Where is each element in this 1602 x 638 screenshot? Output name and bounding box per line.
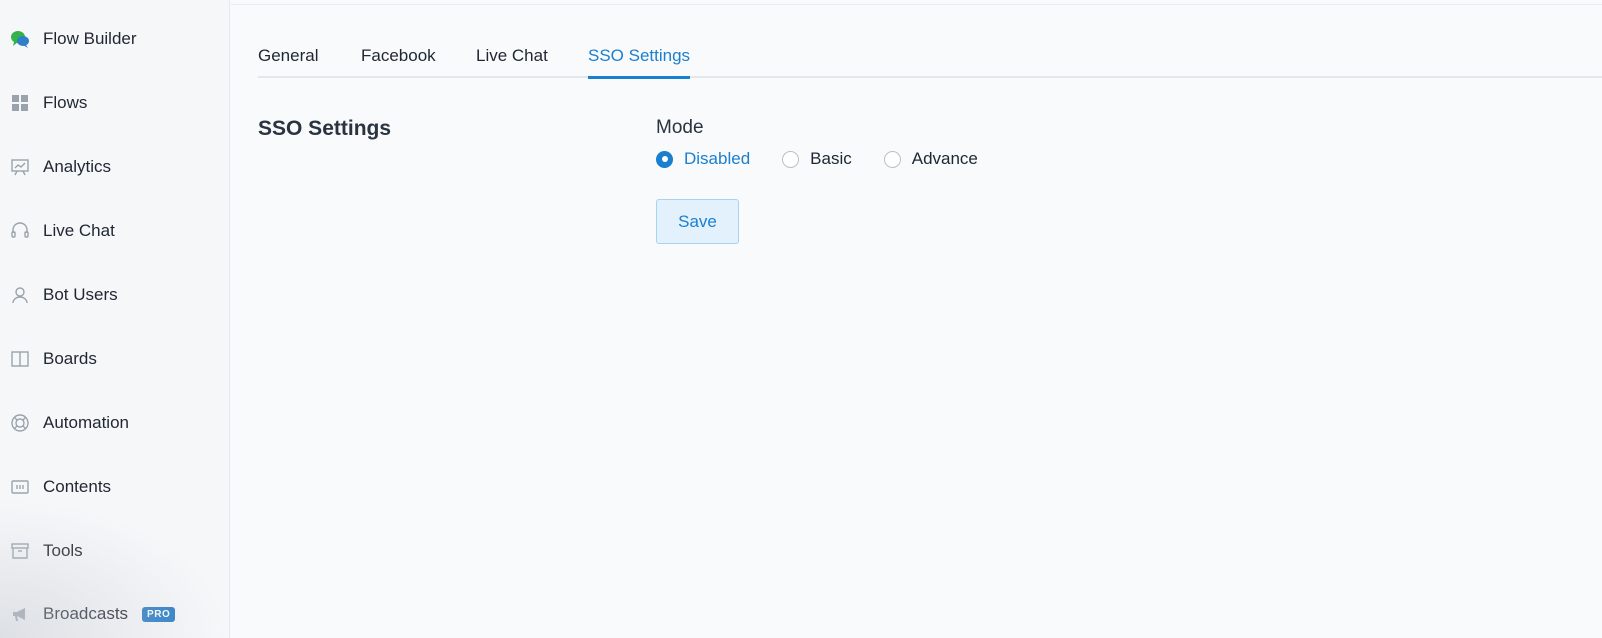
sidebar-item-label: Tools <box>43 541 83 560</box>
content-box-icon <box>9 476 31 498</box>
sidebar: Flow Builder Flows Analytics Live Chat B… <box>0 0 230 638</box>
sidebar-item-bot-users[interactable]: Bot Users <box>0 275 230 315</box>
sidebar-item-label: Bot Users <box>43 285 118 304</box>
columns-icon <box>9 348 31 370</box>
mode-radio-advance[interactable]: Advance <box>883 149 978 169</box>
tab-sso-settings[interactable]: SSO Settings <box>588 46 691 79</box>
tab-general[interactable]: General <box>258 46 318 76</box>
lifebuoy-icon <box>9 412 31 434</box>
mode-radio-group: Disabled Basic Advance <box>656 149 1010 169</box>
pro-badge: PRO <box>142 606 176 622</box>
sidebar-item-contents[interactable]: Contents <box>0 467 230 507</box>
tab-facebook[interactable]: Facebook <box>361 46 436 76</box>
tab-live-chat[interactable]: Live Chat <box>476 46 548 76</box>
sidebar-item-label: Boards <box>43 349 97 368</box>
sidebar-item-label: Flows <box>43 93 88 112</box>
settings-tabs: General Facebook Live Chat SSO Settings <box>258 40 1602 79</box>
headset-icon <box>9 220 31 242</box>
sidebar-item-broadcasts[interactable]: Broadcasts PRO <box>0 594 230 634</box>
sidebar-item-flow-builder[interactable]: Flow Builder <box>0 19 230 59</box>
radio-label: Disabled <box>684 149 751 168</box>
megaphone-icon <box>9 603 31 625</box>
sidebar-item-label: Flow Builder <box>43 29 137 48</box>
sidebar-item-label: Analytics <box>43 157 112 176</box>
sidebar-item-live-chat[interactable]: Live Chat <box>0 211 230 251</box>
mode-radio-basic[interactable]: Basic <box>782 149 852 169</box>
presentation-chart-icon <box>9 156 31 178</box>
radio-label: Advance <box>911 149 978 168</box>
save-button[interactable]: Save <box>656 199 739 244</box>
sidebar-item-label: Live Chat <box>43 221 115 240</box>
sidebar-item-flows[interactable]: Flows <box>0 83 230 123</box>
section-title: SSO Settings <box>258 117 392 140</box>
radio-indicator <box>656 150 673 168</box>
grid-icon <box>9 92 31 114</box>
sidebar-item-label: Broadcasts <box>43 604 129 623</box>
sidebar-item-label: Automation <box>43 413 129 432</box>
sidebar-item-label: Contents <box>43 477 112 496</box>
archive-box-icon <box>9 540 31 562</box>
radio-label: Basic <box>810 149 852 168</box>
sidebar-item-boards[interactable]: Boards <box>0 339 230 379</box>
main-content: General Facebook Live Chat SSO Settings … <box>231 0 1602 638</box>
top-divider <box>231 4 1602 5</box>
radio-indicator <box>883 150 901 168</box>
chat-bubbles-icon <box>9 28 31 50</box>
sidebar-item-tools[interactable]: Tools <box>0 531 230 571</box>
user-icon <box>9 284 31 306</box>
mode-radio-disabled[interactable]: Disabled <box>656 149 750 169</box>
mode-label: Mode <box>656 117 704 138</box>
radio-indicator <box>782 150 800 168</box>
sidebar-item-automation[interactable]: Automation <box>0 403 230 443</box>
sidebar-item-analytics[interactable]: Analytics <box>0 147 230 187</box>
